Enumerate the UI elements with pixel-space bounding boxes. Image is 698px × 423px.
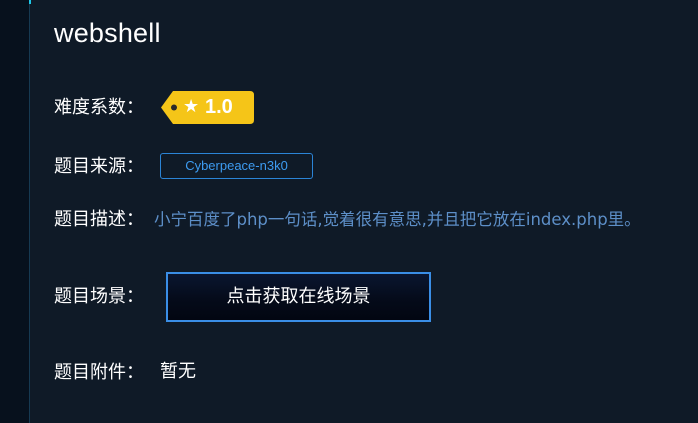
- source-label: 题目来源：: [54, 156, 144, 177]
- difficulty-value: 1.0: [205, 96, 233, 118]
- source-tag[interactable]: Cyberpeace-n3k0: [160, 153, 313, 179]
- sidebar-accent-mark: [29, 0, 31, 4]
- attachment-value: 暂无: [160, 361, 196, 382]
- get-online-scene-button[interactable]: 点击获取在线场景: [166, 272, 431, 322]
- challenge-title: webshell: [54, 18, 161, 48]
- attachment-label: 题目附件：: [54, 362, 144, 383]
- star-icon: ★: [183, 96, 200, 117]
- description-label: 题目描述：: [54, 209, 144, 230]
- scene-label: 题目场景：: [54, 286, 144, 307]
- description-text: 小宁百度了php一句话,觉着很有意思,并且把它放在index.php里。: [154, 210, 641, 229]
- sidebar-divider: [29, 0, 30, 423]
- left-sidebar-rail: [0, 0, 29, 423]
- difficulty-label: 难度系数：: [54, 97, 144, 118]
- difficulty-badge: ★ 1.0: [161, 91, 254, 124]
- challenge-detail-panel: webshell 难度系数： ★ 1.0 题目来源： Cyberpeace-n3…: [0, 0, 698, 423]
- tag-hole-icon: [171, 104, 177, 111]
